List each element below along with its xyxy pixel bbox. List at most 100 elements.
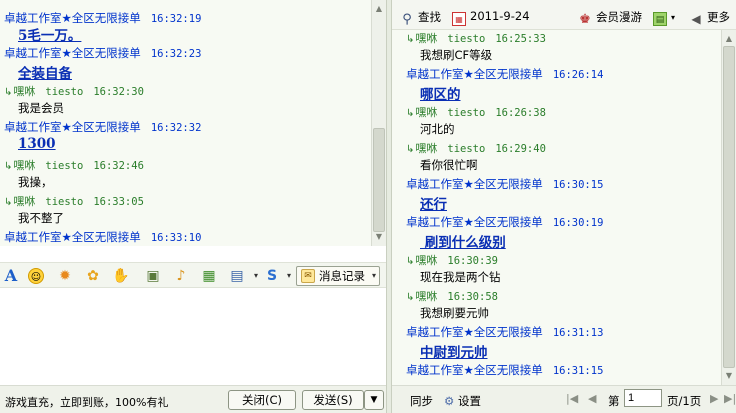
page-prefix: 第 [608,394,620,408]
emoji-icon[interactable]: ☺ [28,268,44,284]
self-alias: tiesto [45,160,84,172]
chat-message-area: 卓越工作室★全区无限接单 16:32:19 5毛一万。 卓越工作室★全区无限接单 16… [0,0,371,246]
message-header: ↳嘿咻 tiesto 16:26:38 [406,104,546,120]
scroll-down-icon[interactable]: ▼ [372,230,386,244]
message-text: 看你很忙啊 [420,158,478,172]
history-bottom-bar: 同步 ⚙ 设置 |◀ ◀ 第 页/1页 ▶ ▶| [392,385,736,413]
self-nick: 嘿咻 [13,195,36,208]
bottom-bar: 游戏直充，立即到账，100%有礼 关闭(C) 发送(S) ▼ [0,385,386,413]
more-button[interactable]: ◀ 更多 [689,9,730,26]
reply-arrow-icon: ↳ [4,87,13,98]
message-text: 我不整了 [18,211,64,225]
self-alias: tiesto [45,86,84,98]
last-page-icon[interactable]: ▶| [724,392,736,405]
message-time: 16:26:38 [495,107,546,119]
message-header: 卓越工作室★全区无限接单 16:32:23 [4,45,201,61]
self-nick: 嘿咻 [415,290,438,303]
scroll-thumb[interactable] [723,46,735,368]
message-header: ↳嘿咻 tiesto 16:25:33 [406,30,546,46]
self-nick: 嘿咻 [415,254,438,267]
ad-link[interactable]: 游戏直充，立即到账，100%有礼 [5,394,168,410]
message-time: 16:31:15 [552,365,604,377]
sync-button[interactable]: 同步 [410,393,433,409]
message-header: 卓越工作室★全区无限接单 16:30:19 [406,214,603,230]
message-text: 1300 [18,136,56,152]
message-header: ↳嘿咻 tiesto 16:32:30 [4,83,144,99]
history-pane: ⚲ 查找 ▦ 2011-9-24 ♚ 会员漫游 ▤ ▾ ◀ 更多 ↳嘿咻 tiesto 16:… [392,0,736,413]
chat-window: 卓越工作室★全区无限接单 16:32:19 5毛一万。 卓越工作室★全区无限接单 16… [0,0,736,413]
member-icon: ♚ [579,12,591,27]
message-text: 现在我是两个钻 [420,270,501,284]
chat-scrollbar[interactable]: ▲ ▼ [371,0,386,246]
search-button[interactable]: ⚲ 查找 [400,9,441,27]
gift-icon[interactable]: ▦ [200,267,218,285]
voice-icon[interactable]: ✋ [112,267,130,285]
history-message-area: ↳嘿咻 tiesto 16:25:33 我想刷CF等级 卓越工作室★全区无限接单 16:2… [392,30,721,385]
shake-icon[interactable]: ✿ [84,267,102,285]
search-icon: ⚲ [402,12,412,27]
message-time: 16:32:46 [93,160,144,172]
screenshot-icon[interactable]: ▤ [228,267,246,285]
sender-name: 卓越工作室★全区无限接单 [4,11,141,25]
magic-emoji-icon[interactable]: ✹ [56,267,74,285]
page-suffix: 页/1页 [667,394,702,408]
message-text: 哪区的 [420,87,461,103]
next-page-icon[interactable]: ▶ [710,392,718,405]
history-label: 消息记录 [319,269,365,283]
settings-icon: ⚙ [444,394,455,408]
message-time: 16:25:33 [495,33,546,45]
history-scrollbar[interactable]: ▲ ▼ [721,30,736,385]
message-header: ↳嘿咻 tiesto 16:29:40 [406,140,546,156]
message-text: 刷到什么级别 [420,235,506,251]
date-picker[interactable]: ▦ 2011-9-24 [452,9,530,26]
reply-arrow-icon: ↳ [406,34,415,45]
self-nick: 嘿咻 [415,32,438,45]
page-number-input[interactable] [624,389,662,407]
member-label: 会员漫游 [596,10,642,24]
message-input[interactable] [0,289,386,385]
message-time: 16:33:05 [93,196,144,208]
message-time: 16:30:39 [447,255,498,267]
message-header: 卓越工作室★全区无限接单 16:30:15 [406,176,603,192]
scroll-up-icon[interactable]: ▲ [372,2,386,16]
scroll-up-icon[interactable]: ▲ [722,32,736,46]
close-button[interactable]: 关闭(C) [228,390,296,410]
soso-icon[interactable]: S [263,267,281,285]
message-text: 中尉到元帅 [420,345,488,361]
chevron-down-icon: ▾ [671,13,676,22]
first-page-icon[interactable]: |◀ [566,392,578,405]
more-label: 更多 [707,10,730,24]
message-time: 16:26:14 [552,69,604,81]
export-button[interactable]: ▤ ▾ [653,9,675,26]
settings-button[interactable]: ⚙ 设置 [444,393,481,409]
self-alias: tiesto [45,196,84,208]
sender-name: 卓越工作室★全区无限接单 [406,215,543,229]
history-icon: ✉ [301,269,315,283]
message-time: 16:32:19 [150,13,202,25]
message-header: 卓越工作室★全区无限接单 16:33:10 [4,229,201,245]
message-header: 卓越工作室★全区无限接单 16:32:32 [4,119,201,135]
send-options-chevron-icon[interactable]: ▼ [364,390,384,410]
history-toolbar: ⚲ 查找 ▦ 2011-9-24 ♚ 会员漫游 ▤ ▾ ◀ 更多 [392,0,736,30]
message-history-button[interactable]: ✉ 消息记录 ▾ [296,266,380,286]
message-text: 我操， [18,175,53,189]
message-header: ↳嘿咻 16:30:58 [406,288,498,304]
self-alias: tiesto [447,107,486,119]
left-pane: 卓越工作室★全区无限接单 16:32:19 5毛一万。 卓越工作室★全区无限接单 16… [0,0,386,413]
speaker-icon: ◀ [691,12,701,26]
send-button[interactable]: 发送(S) [302,390,364,410]
scroll-down-icon[interactable]: ▼ [722,369,736,383]
scroll-thumb[interactable] [373,128,385,232]
message-header: ↳嘿咻 16:30:39 [406,252,498,268]
message-header: 卓越工作室★全区无限接单 16:31:13 [406,324,603,340]
prev-page-icon[interactable]: ◀ [588,392,596,405]
message-header: ↳嘿咻 tiesto 16:32:46 [4,157,144,173]
message-time: 16:32:23 [150,48,202,60]
message-text: 我是会员 [18,101,64,115]
music-icon[interactable]: ♪ [172,267,190,285]
message-time: 16:30:19 [552,217,604,229]
font-icon[interactable]: A [2,267,20,285]
sender-name: 卓越工作室★全区无限接单 [4,120,141,134]
member-roaming-button[interactable]: ♚ 会员漫游 [578,9,642,27]
picture-icon[interactable]: ▣ [144,267,162,285]
